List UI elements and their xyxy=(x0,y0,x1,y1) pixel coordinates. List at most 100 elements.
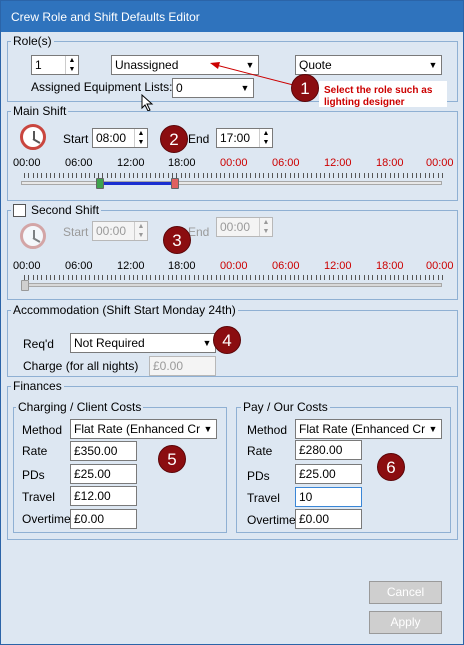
charging-overtime-field[interactable]: £0.00 xyxy=(70,509,137,529)
main-shift-tick-mark xyxy=(402,173,404,178)
main-shift-tick-mark xyxy=(289,173,291,178)
pay-rate-label: Rate xyxy=(247,444,273,458)
charging-pds-field[interactable]: £25.00 xyxy=(70,464,137,484)
second-shift-tick-mark xyxy=(407,275,409,280)
role-quantity-spinner[interactable]: 1 ▲ ▼ xyxy=(31,55,79,75)
main-start-time-value: 08:00 xyxy=(96,131,127,145)
second-shift-tick-mark xyxy=(219,275,221,280)
second-end-label: End xyxy=(188,225,210,239)
second-shift-tick-mark xyxy=(32,275,34,280)
equipment-lists-label: Assigned Equipment Lists: xyxy=(31,80,173,94)
second-shift-tick-mark xyxy=(50,275,52,280)
apply-button[interactable]: Apply xyxy=(369,611,442,634)
second-shift-tick-mark xyxy=(333,275,335,280)
equipment-lists-value: 0 xyxy=(176,81,183,95)
spin-arrows-icon[interactable]: ▲ ▼ xyxy=(134,129,147,147)
charging-travel-field[interactable]: £12.00 xyxy=(70,486,137,506)
main-shift-tick-mark xyxy=(350,173,352,178)
main-shift-legend: Main Shift xyxy=(11,104,69,118)
charging-method-select[interactable]: Flat Rate (Enhanced Crew ▼ xyxy=(70,419,217,439)
pay-travel-field[interactable]: 10 xyxy=(295,487,362,507)
main-shift-tick-mark xyxy=(407,173,409,178)
charging-rate-field[interactable]: £350.00 xyxy=(70,441,137,461)
second-shift-tick-mark xyxy=(411,275,413,280)
main-shift-tick-mark xyxy=(246,173,248,178)
spin-arrows-icon[interactable]: ▲ ▼ xyxy=(65,56,78,74)
main-shift-tick-mark xyxy=(280,173,282,178)
main-shift-tick-mark xyxy=(24,173,25,178)
window-title: Crew Role and Shift Defaults Editor xyxy=(1,1,463,32)
second-start-time-input[interactable]: 00:00 ▲ ▼ xyxy=(92,221,148,241)
second-shift-timeline-label: 18:00 xyxy=(168,260,196,272)
main-shift-timeline-label: 18:00 xyxy=(376,157,404,169)
second-shift-tick-mark xyxy=(289,275,291,280)
second-shift-range-slider[interactable] xyxy=(21,283,442,287)
pay-method-select[interactable]: Flat Rate (Enhanced Crew ▼ xyxy=(295,419,442,439)
main-shift-tick-mark xyxy=(37,173,39,178)
second-shift-tick-mark xyxy=(124,275,126,280)
clock-icon xyxy=(20,223,46,249)
main-shift-tick-mark xyxy=(193,173,195,178)
accommodation-charge-field[interactable]: £0.00 xyxy=(149,356,216,376)
main-shift-tick-mark xyxy=(385,173,387,178)
main-shift-tick-mark xyxy=(89,173,91,178)
main-shift-tick-mark xyxy=(367,173,369,178)
step-badge-5: 5 xyxy=(158,445,186,473)
second-shift-tick-mark xyxy=(141,275,143,280)
main-start-time-input[interactable]: 08:00 ▲ ▼ xyxy=(92,128,148,148)
second-shift-tick-mark xyxy=(76,275,78,280)
second-shift-tick-mark xyxy=(276,275,278,280)
main-shift-tick-mark xyxy=(219,173,221,178)
second-shift-tick-mark xyxy=(158,275,160,280)
cancel-button[interactable]: Cancel xyxy=(369,581,442,604)
second-shift-tick-mark xyxy=(420,275,422,280)
pay-overtime-field[interactable]: £0.00 xyxy=(295,509,362,529)
main-shift-tick-mark xyxy=(224,173,226,178)
second-shift-tick-mark xyxy=(119,275,121,280)
main-shift-timeline-label: 18:00 xyxy=(168,157,196,169)
second-shift-tick-mark xyxy=(67,275,69,280)
main-start-slider-thumb[interactable] xyxy=(95,178,104,189)
pay-rate-field[interactable]: £280.00 xyxy=(295,440,362,460)
main-shift-tick-mark xyxy=(254,173,256,178)
main-shift-tick-mark xyxy=(84,173,86,178)
second-shift-checkbox[interactable] xyxy=(13,204,26,217)
main-shift-timeline-label: 00:00 xyxy=(426,157,454,169)
second-shift-tick-mark xyxy=(254,275,256,280)
pay-travel-label: Travel xyxy=(247,491,280,505)
second-shift-tick-mark xyxy=(398,275,400,280)
accommodation-reqd-select[interactable]: Not Required ▼ xyxy=(70,333,216,353)
clock-icon[interactable] xyxy=(20,124,46,150)
main-shift-range-slider[interactable] xyxy=(21,181,442,185)
rate-type-select[interactable]: Quote ▼ xyxy=(295,55,442,75)
pay-pds-field[interactable]: £25.00 xyxy=(295,464,362,484)
main-shift-tick-mark xyxy=(167,173,169,178)
main-shift-tick-mark xyxy=(376,173,378,178)
second-shift-tick-mark xyxy=(237,275,239,280)
second-shift-tick-mark xyxy=(224,275,226,280)
second-shift-timeline-label: 18:00 xyxy=(376,260,404,272)
main-shift-tick-mark xyxy=(320,173,322,178)
main-shift-tick-mark xyxy=(272,173,274,178)
main-end-time-input[interactable]: 17:00 ▲ ▼ xyxy=(216,128,273,148)
second-shift-tick-mark xyxy=(267,275,269,280)
main-shift-tick-mark xyxy=(324,173,326,178)
pay-legend: Pay / Our Costs xyxy=(241,400,330,414)
second-shift-slider-thumb[interactable] xyxy=(21,280,29,291)
chevron-down-icon: ▼ xyxy=(200,420,216,438)
second-shift-tick-mark xyxy=(58,275,60,280)
main-shift-tick-mark xyxy=(206,173,208,178)
main-shift-tick-mark xyxy=(45,173,47,178)
main-shift-tick-mark xyxy=(298,173,300,178)
spin-arrows-icon[interactable]: ▲ ▼ xyxy=(259,129,272,147)
main-end-slider-thumb[interactable] xyxy=(171,178,180,189)
pay-pds-label: PDs xyxy=(247,469,270,483)
charging-pds-label: PDs xyxy=(22,468,45,482)
second-shift-tick-mark xyxy=(250,275,252,280)
second-shift-tick-mark xyxy=(80,275,82,280)
second-end-time-input[interactable]: 00:00 ▲ ▼ xyxy=(216,217,273,237)
main-shift-tick-mark xyxy=(302,173,304,178)
second-shift-tick-mark xyxy=(402,275,404,280)
second-shift-tick-mark xyxy=(137,275,139,280)
main-shift-tick-mark xyxy=(189,173,191,178)
